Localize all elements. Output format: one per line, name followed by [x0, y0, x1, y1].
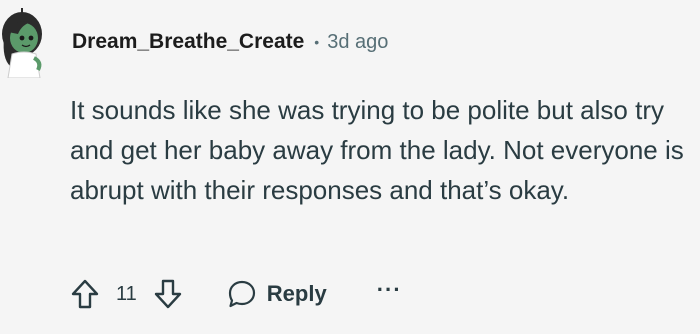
comment-body: It sounds like she was trying to be poli… — [70, 95, 684, 205]
comment-actions: 11 Reply ··· — [70, 274, 402, 314]
arrow-down-icon — [154, 279, 181, 309]
speech-bubble-icon — [228, 280, 255, 308]
arrow-up-icon — [71, 279, 99, 309]
avatar[interactable] — [0, 8, 52, 78]
upvote-button[interactable] — [70, 278, 100, 310]
alien-avatar-icon — [2, 8, 42, 78]
author-username[interactable]: Dream_Breathe_Create — [72, 30, 304, 54]
downvote-button[interactable] — [153, 278, 183, 310]
reply-label: Reply — [266, 281, 327, 306]
comment: Dream_Breathe_Create • 3d ago It sounds … — [0, 0, 700, 334]
more-options-button[interactable]: ··· — [377, 279, 402, 308]
comment-timestamp[interactable]: 3d ago — [327, 31, 388, 54]
vote-count: 11 — [116, 282, 137, 305]
comment-header: Dream_Breathe_Create • 3d ago — [72, 28, 388, 56]
reply-button[interactable]: Reply — [227, 279, 327, 309]
meta-separator: • — [314, 34, 320, 50]
